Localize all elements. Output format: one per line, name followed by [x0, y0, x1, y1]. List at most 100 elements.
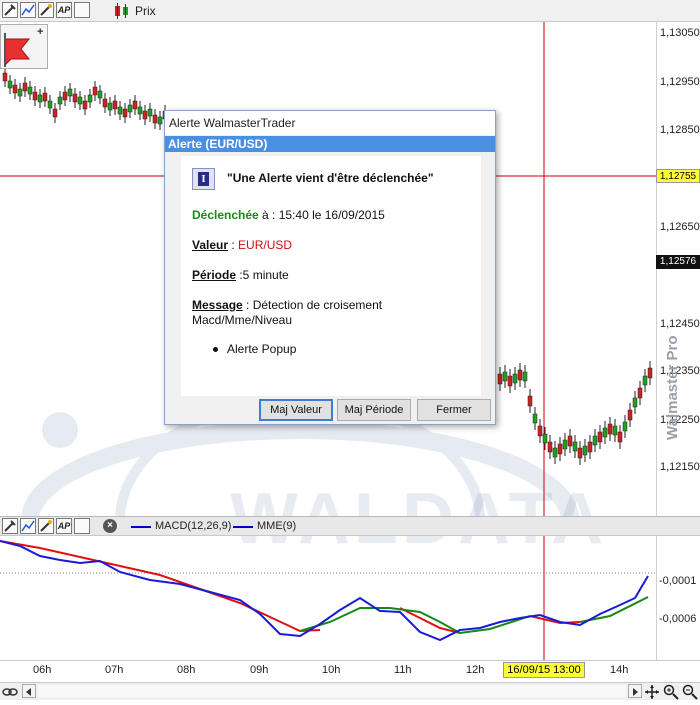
candle-body: [537, 425, 543, 437]
price-tick: 1,13050: [660, 27, 700, 39]
tools-icon[interactable]: [2, 2, 18, 18]
macd-tick: -0,0006: [659, 613, 697, 625]
candle-body: [37, 94, 43, 103]
indicator-icon[interactable]: [20, 2, 36, 18]
candle-body: [97, 90, 103, 99]
candle-body: [22, 82, 28, 92]
window-icon[interactable]: [74, 518, 90, 534]
wizard-icon[interactable]: [38, 2, 54, 18]
candle-body: [572, 441, 578, 452]
candle-body: [587, 441, 593, 453]
candle-body: [647, 367, 653, 379]
candle-body: [517, 369, 523, 381]
info-icon-glyph: I: [198, 172, 209, 186]
value-separator: :: [228, 238, 239, 252]
candle-body: [527, 395, 533, 407]
triggered-label: Déclenchée: [192, 208, 259, 222]
macd-line: [0, 540, 649, 642]
candle-body: [92, 86, 98, 96]
alert-flag-widget[interactable]: +: [0, 24, 48, 69]
candle-body: [507, 375, 513, 387]
candle-body: [152, 114, 158, 124]
message-row: Message : Détection de croisement: [192, 298, 382, 312]
candle-body: [497, 373, 503, 385]
update-value-button[interactable]: Maj Valeur: [259, 399, 333, 421]
chart-toolbar: AP Prix: [0, 0, 700, 22]
candle-body: [77, 96, 83, 105]
link-icon[interactable]: [2, 685, 18, 697]
candle-body: [532, 413, 538, 424]
close-icon[interactable]: ×: [103, 519, 117, 533]
price-tick: 1,12150: [660, 461, 700, 473]
candle-body: [62, 91, 68, 101]
candle-body: [42, 92, 48, 102]
candle-body: [547, 441, 553, 453]
candle-body: [592, 435, 598, 446]
candle-body: [82, 100, 88, 110]
ap-icon[interactable]: AP: [56, 518, 72, 534]
time-tick: 09h: [250, 664, 269, 676]
candle-body: [157, 116, 163, 125]
zoom-in-icon[interactable]: [663, 684, 679, 700]
legend-macd: MACD(12,26,9): [155, 520, 232, 532]
value-row: Valeur : EUR/USD: [192, 238, 292, 252]
candle-body: [622, 421, 628, 432]
candle-body: [607, 423, 613, 435]
triggered-row: Déclenchée à : 15:40 le 16/09/2015: [192, 208, 385, 222]
candle-body: [132, 100, 138, 110]
message-line1: : Détection de croisement: [242, 298, 383, 312]
indicator-icon[interactable]: [20, 518, 36, 534]
add-icon[interactable]: +: [37, 26, 43, 38]
value-text: EUR/USD: [238, 238, 293, 252]
candle-body: [542, 433, 548, 444]
time-tick: 11h: [394, 664, 412, 676]
candle-body: [67, 88, 73, 97]
candle-body: [632, 397, 638, 408]
legend-line-mme: [233, 526, 253, 528]
ap-icon[interactable]: AP: [56, 2, 72, 18]
move-icon[interactable]: [644, 684, 660, 700]
macd-axis[interactable]: [656, 536, 700, 660]
alert-type-item: Alerte Popup: [227, 342, 297, 356]
scroll-right-button[interactable]: [628, 684, 642, 698]
candle-body: [112, 100, 118, 110]
close-button[interactable]: Fermer: [417, 399, 491, 421]
candle-body: [127, 104, 133, 113]
candle-body: [107, 102, 113, 111]
window-icon[interactable]: [74, 2, 90, 18]
candle-body: [17, 88, 23, 97]
candle-body: [122, 108, 128, 118]
horizontal-scrollbar[interactable]: [0, 682, 700, 700]
candle-body: [617, 431, 623, 443]
legend-mme: MME(9): [257, 520, 297, 532]
candles-icon: [113, 3, 131, 19]
price-tick: 1,12950: [660, 76, 700, 88]
period-row: Période :5 minute: [192, 268, 289, 282]
candle-body: [142, 110, 148, 120]
candle-body: [577, 447, 583, 459]
macd-chart[interactable]: [0, 536, 656, 660]
wizard-icon[interactable]: [38, 518, 54, 534]
zoom-out-icon[interactable]: [682, 684, 698, 700]
watermark-vertical-text: Walmaster Pro: [664, 335, 681, 440]
scroll-track[interactable]: [38, 685, 626, 697]
message-line2: Macd/Mme/Niveau: [192, 313, 293, 327]
candle-body: [602, 427, 608, 438]
time-tick: 14h: [610, 664, 629, 676]
time-tick: 06h: [33, 664, 52, 676]
legend-line-macd: [131, 526, 151, 528]
update-period-button[interactable]: Maj Période: [337, 399, 411, 421]
candle-body: [567, 435, 573, 447]
candle-body: [7, 80, 13, 89]
candle-body: [612, 425, 618, 436]
dialog-content: I "Une Alerte vient d'être déclenchée" D…: [181, 156, 481, 396]
crosshair-price-label: 1,12755: [656, 169, 700, 183]
tools-icon[interactable]: [2, 518, 18, 534]
last-price-label: 1,12576: [656, 255, 700, 269]
dialog-window-title[interactable]: Alerte WalmasterTrader: [165, 111, 495, 135]
price-tick: 1,12650: [660, 221, 700, 233]
period-value: :5 minute: [236, 268, 289, 282]
scroll-left-button[interactable]: [22, 684, 36, 698]
candle-body: [27, 86, 33, 95]
candle-body: [47, 100, 53, 109]
